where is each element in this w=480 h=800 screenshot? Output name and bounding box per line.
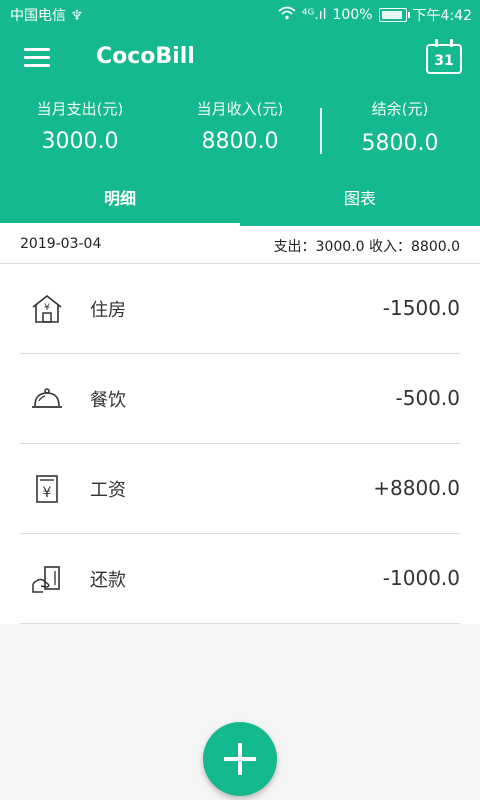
menu-icon[interactable] bbox=[24, 48, 50, 68]
balance-value: 5800.0 bbox=[361, 131, 439, 156]
carrier-label: 中国电信 ♆ bbox=[10, 8, 84, 24]
app-bar: CocoBill 31 bbox=[0, 28, 480, 88]
balance-label: 结余(元) bbox=[371, 100, 429, 118]
battery-icon bbox=[378, 8, 410, 22]
income-summary: 当月收入(元) 8800.0 bbox=[160, 98, 320, 154]
status-bar: 中国电信 ♆ ⁴ᴳ.ıl 100% 下午4:42 bbox=[0, 0, 480, 28]
amount-value: -1000.0 bbox=[382, 566, 460, 590]
wifi-icon bbox=[278, 6, 296, 24]
category-label: 工资 bbox=[90, 480, 126, 501]
list-item[interactable]: ¥ 住房 -1500.0 bbox=[20, 264, 460, 354]
add-record-button[interactable] bbox=[203, 722, 277, 796]
list-item[interactable]: 餐饮 -500.0 bbox=[20, 354, 460, 444]
list-item[interactable]: ¥ 工资 +8800.0 bbox=[20, 444, 460, 534]
food-cloche-icon bbox=[30, 382, 64, 416]
income-label: 当月收入(元) bbox=[196, 100, 284, 118]
calendar-day-number: 31 bbox=[434, 53, 454, 69]
house-icon: ¥ bbox=[30, 292, 64, 326]
expense-label: 当月支出(元) bbox=[36, 100, 124, 118]
amount-value: -1500.0 bbox=[382, 296, 460, 320]
app-title: CocoBill bbox=[96, 44, 195, 69]
date-header: 2019-03-04 支出：3000.0 收入：8800.0 bbox=[0, 226, 480, 264]
card-repay-icon bbox=[30, 562, 64, 596]
day-totals: 支出：3000.0 收入：8800.0 bbox=[273, 239, 460, 255]
calendar-icon[interactable]: 31 bbox=[426, 39, 462, 74]
expense-summary: 当月支出(元) 3000.0 bbox=[0, 98, 160, 154]
svg-text:¥: ¥ bbox=[44, 303, 50, 313]
category-label: 住房 bbox=[90, 300, 126, 321]
income-value: 8800.0 bbox=[201, 129, 279, 154]
salary-icon: ¥ bbox=[30, 472, 64, 506]
list-item[interactable]: 还款 -1000.0 bbox=[20, 534, 460, 624]
balance-summary: 结余(元) 5800.0 bbox=[320, 98, 480, 156]
record-list: ¥ 住房 -1500.0 餐饮 -500.0 ¥ 工资 +8800.0 还款 -… bbox=[0, 264, 480, 624]
expense-value: 3000.0 bbox=[41, 129, 119, 154]
signal-icon: ⁴ᴳ.ıl bbox=[301, 7, 327, 23]
monthly-summary: 当月支出(元) 3000.0 当月收入(元) 8800.0 结余(元) 5800… bbox=[0, 88, 480, 176]
clock: 下午4:42 bbox=[412, 8, 472, 24]
amount-value: +8800.0 bbox=[373, 476, 460, 500]
tab-bar: 明细 图表 bbox=[0, 176, 480, 226]
tab-charts[interactable]: 图表 bbox=[240, 176, 480, 226]
battery-percent: 100% bbox=[332, 7, 373, 23]
record-date: 2019-03-04 bbox=[20, 236, 102, 252]
svg-text:¥: ¥ bbox=[43, 485, 52, 501]
tab-details[interactable]: 明细 bbox=[0, 176, 240, 226]
category-label: 餐饮 bbox=[90, 390, 126, 411]
amount-value: -500.0 bbox=[395, 386, 460, 410]
status-right-group: ⁴ᴳ.ıl 100% 下午4:42 bbox=[278, 5, 472, 25]
category-label: 还款 bbox=[90, 570, 126, 591]
